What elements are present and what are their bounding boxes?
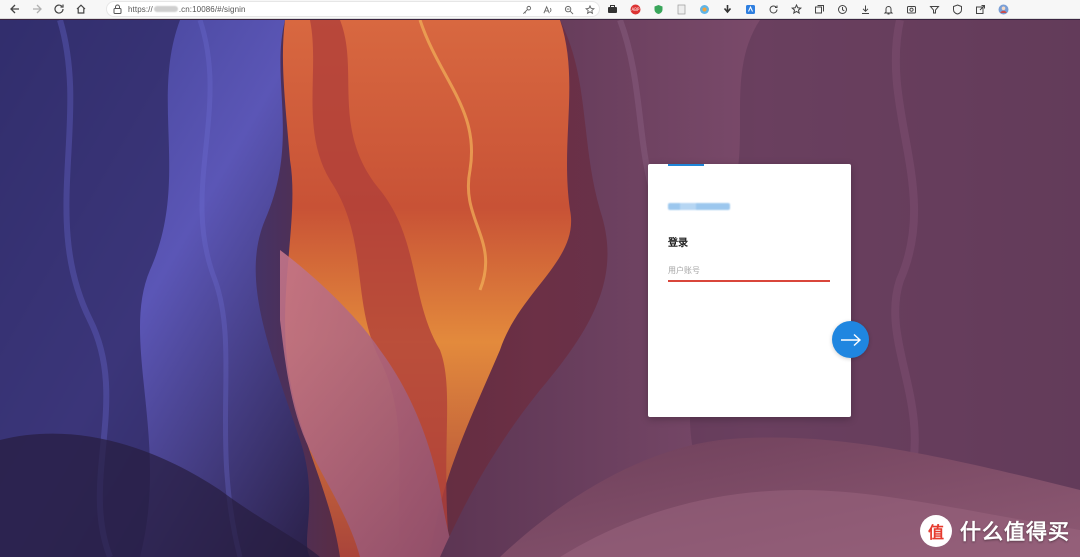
favorite-add-icon[interactable]	[584, 4, 595, 15]
ext-sync-icon[interactable]	[766, 2, 781, 17]
zoom-icon[interactable]	[563, 4, 574, 15]
ext-shield-icon[interactable]	[651, 2, 666, 17]
forward-button[interactable]	[26, 0, 48, 19]
ext-page-icon[interactable]	[674, 2, 689, 17]
login-title: 登录	[668, 238, 688, 249]
ext-download-arrow-icon[interactable]	[720, 2, 735, 17]
url-text: https:// .cn:10086/#/signin	[128, 5, 246, 14]
url-suffix: .cn:10086/#/signin	[178, 4, 246, 14]
games-icon[interactable]	[927, 2, 942, 17]
card-top-accent	[668, 164, 704, 166]
lock-icon	[113, 4, 122, 14]
ext-adblock-icon[interactable]: ABP	[628, 2, 643, 17]
read-aloud-icon[interactable]	[542, 4, 553, 15]
canyon-background-image	[0, 20, 1080, 557]
watermark-logo-glyph: 值	[927, 525, 944, 542]
url-redacted	[153, 6, 178, 13]
home-button[interactable]	[70, 0, 92, 19]
svg-text:ABP: ABP	[632, 7, 640, 12]
arrow-right-icon	[840, 333, 861, 346]
username-input[interactable]	[668, 260, 830, 282]
favorites-icon[interactable]	[789, 2, 804, 17]
downloads-icon[interactable]	[858, 2, 873, 17]
watermark: 值 什么值得买	[920, 515, 1070, 547]
screenshot-icon[interactable]	[904, 2, 919, 17]
ext-toolbox-icon[interactable]	[605, 2, 620, 17]
url-prefix: https://	[128, 4, 153, 14]
brand-logo-redacted	[668, 203, 730, 210]
forward-arrow-icon	[33, 4, 42, 14]
login-card: 登录	[648, 164, 851, 417]
browser-essentials-icon[interactable]	[950, 2, 965, 17]
key-icon[interactable]	[521, 4, 532, 15]
share-icon[interactable]	[973, 2, 988, 17]
watermark-logo: 值	[920, 515, 952, 547]
browser-toolbar: https:// .cn:10086/#/signin ABP	[0, 0, 1080, 19]
back-button[interactable]	[4, 0, 26, 19]
history-icon[interactable]	[835, 2, 850, 17]
notifications-icon[interactable]	[881, 2, 896, 17]
collections-icon[interactable]	[812, 2, 827, 17]
address-bar[interactable]: https:// .cn:10086/#/signin	[106, 1, 600, 17]
refresh-icon	[54, 4, 64, 14]
back-arrow-icon	[10, 4, 19, 14]
next-button[interactable]	[832, 321, 869, 358]
ext-color-icon[interactable]	[697, 2, 712, 17]
watermark-text: 什么值得买	[960, 520, 1070, 544]
refresh-button[interactable]	[48, 0, 70, 19]
home-icon	[76, 4, 86, 14]
profile-avatar-icon[interactable]	[996, 2, 1011, 17]
ext-blue-app-icon[interactable]	[743, 2, 758, 17]
